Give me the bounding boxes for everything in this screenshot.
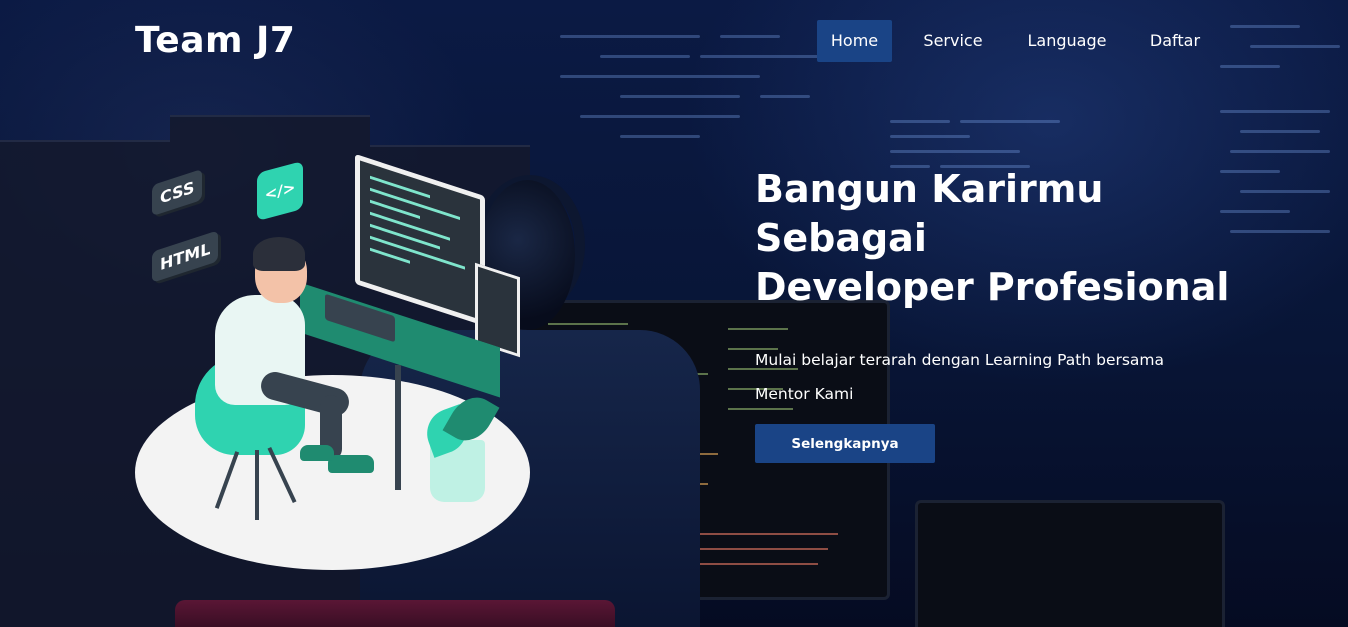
nav-item-language[interactable]: Language bbox=[1012, 20, 1122, 62]
illustration-figure-hair bbox=[253, 237, 305, 271]
hero-title-line: Bangun Karirmu bbox=[755, 167, 1104, 211]
hero-illustration: CSS HTML </> bbox=[130, 153, 550, 575]
brand-logo[interactable]: Team J7 bbox=[135, 20, 295, 61]
nav-item-daftar[interactable]: Daftar bbox=[1137, 20, 1213, 62]
nav-item-service[interactable]: Service bbox=[909, 20, 997, 62]
illustration-chair-leg bbox=[255, 450, 259, 520]
code-icon: </> bbox=[257, 160, 303, 222]
cta-button[interactable]: Selengkapnya bbox=[755, 424, 935, 463]
nav-item-home[interactable]: Home bbox=[817, 20, 892, 62]
background-chair bbox=[175, 600, 615, 627]
hero-title-line: Sebagai bbox=[755, 216, 927, 260]
hero-title: Bangun Karirmu Sebagai Developer Profesi… bbox=[755, 165, 1275, 312]
hero-subtitle: Mulai belajar terarah dengan Learning Pa… bbox=[755, 351, 1165, 403]
illustration-desk-leg bbox=[395, 365, 401, 490]
background-monitor bbox=[915, 500, 1225, 627]
illustration-monitor bbox=[355, 153, 485, 327]
illustration-figure-shoe bbox=[328, 455, 374, 473]
illustration-figure-shoe bbox=[300, 445, 334, 461]
html-tag: HTML bbox=[152, 230, 219, 283]
css-tag: CSS bbox=[152, 168, 203, 217]
hero-title-line: Developer Profesional bbox=[755, 265, 1230, 309]
